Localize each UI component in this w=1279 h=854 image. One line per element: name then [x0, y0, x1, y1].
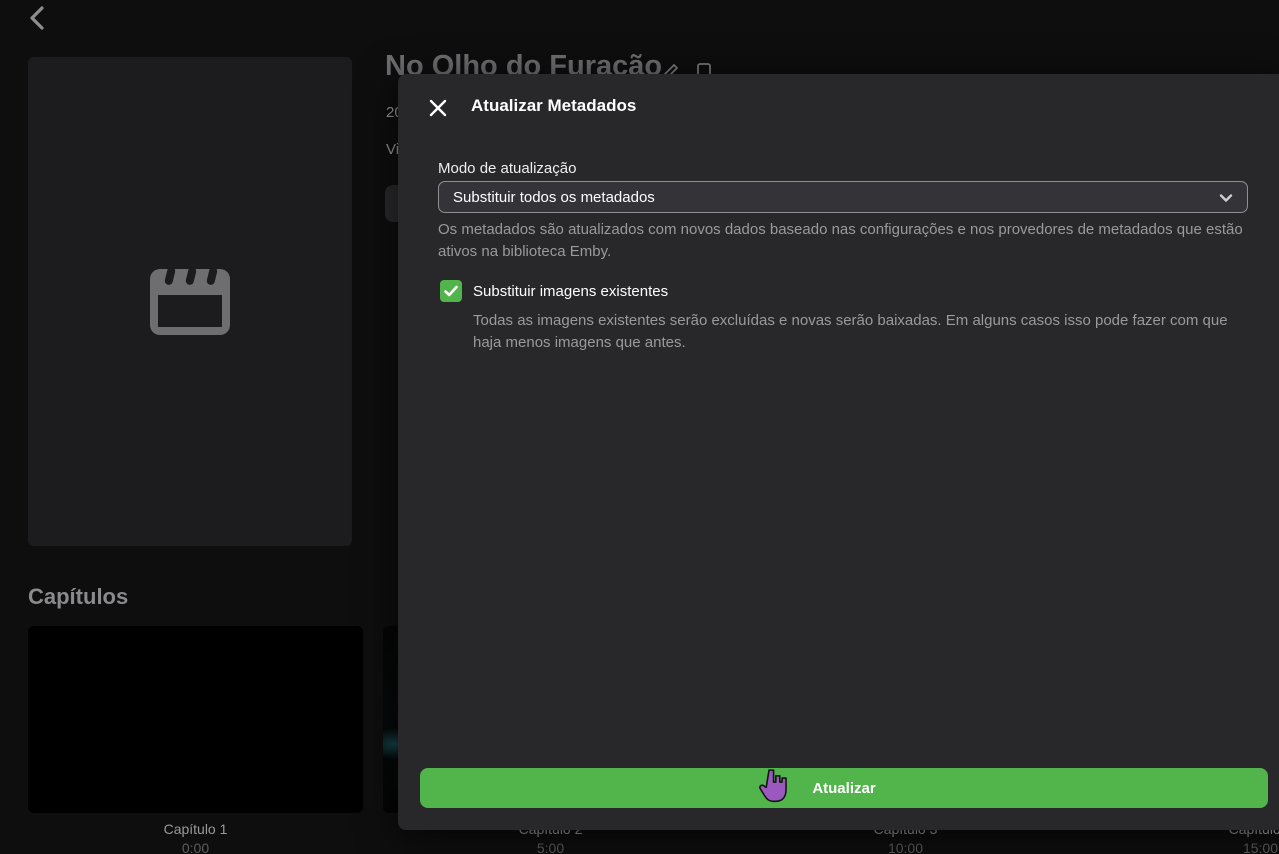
- replace-images-label[interactable]: Substituir imagens existentes: [473, 283, 668, 300]
- update-submit-button[interactable]: Atualizar: [420, 768, 1268, 808]
- close-button[interactable]: [429, 99, 447, 117]
- replace-images-help-text: Todas as imagens existentes serão excluí…: [473, 310, 1255, 354]
- checkmark-icon: [443, 283, 459, 299]
- dialog-title: Atualizar Metadados: [471, 96, 636, 116]
- chapter-label: Capítulo 1: [28, 821, 363, 837]
- update-mode-select[interactable]: Substituir todos os metadados: [438, 181, 1248, 213]
- media-poster-placeholder: [28, 57, 352, 546]
- update-mode-selected-value: Substituir todos os metadados: [453, 189, 655, 206]
- chapter-time: 10:00: [738, 840, 1073, 854]
- back-button[interactable]: [24, 4, 52, 32]
- chapter-card[interactable]: Capítulo 1 0:00: [28, 626, 363, 854]
- update-mode-help-text: Os metadados são atualizados com novos d…: [438, 219, 1254, 263]
- replace-images-checkbox[interactable]: [440, 280, 462, 302]
- film-strip-icon: [148, 265, 232, 339]
- update-metadata-dialog: Atualizar Metadados Modo de atualização …: [398, 74, 1279, 830]
- chevron-left-icon: [24, 4, 52, 32]
- close-x-icon: [429, 99, 447, 117]
- chapter-time: 5:00: [383, 840, 718, 854]
- update-mode-label: Modo de atualização: [438, 160, 576, 177]
- chapter-time: 15:00: [1093, 840, 1279, 854]
- chapters-heading: Capítulos: [28, 584, 128, 610]
- chapter-time: 0:00: [28, 840, 363, 854]
- chapter-thumbnail[interactable]: [28, 626, 363, 813]
- chevron-down-icon: [1218, 190, 1234, 206]
